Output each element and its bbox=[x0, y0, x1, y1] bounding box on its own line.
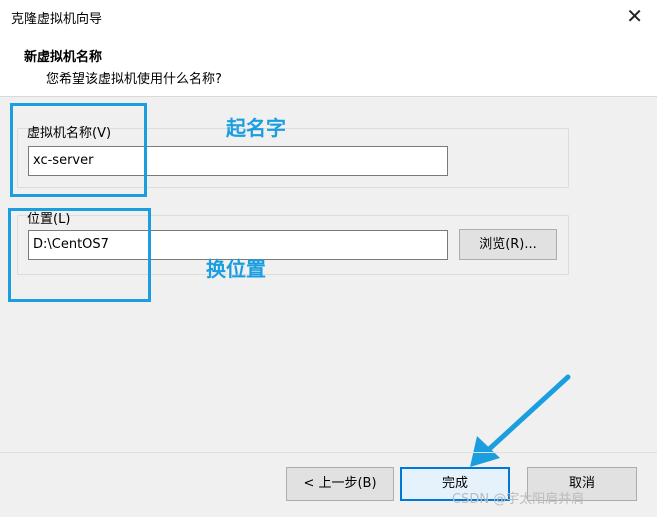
watermark: CSDN @宇太阳肩并肩 bbox=[452, 492, 585, 507]
footer-separator bbox=[0, 452, 657, 453]
annotation-arrow-icon bbox=[470, 374, 571, 467]
back-button[interactable]: < 上一步(B) bbox=[286, 467, 394, 501]
